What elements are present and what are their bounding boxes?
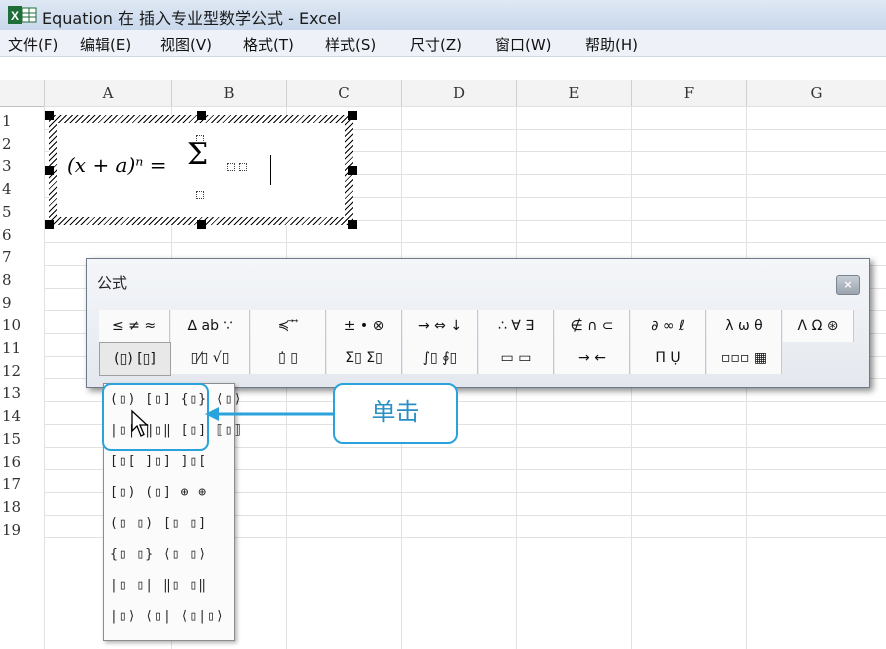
- row-header[interactable]: 13: [0, 382, 46, 404]
- menu-file[interactable]: 文件(F): [8, 34, 58, 55]
- row-gridline: [44, 242, 886, 243]
- text-cursor: [270, 155, 271, 185]
- menu-style[interactable]: 样式(S): [325, 34, 376, 55]
- resize-handle-ne[interactable]: [348, 111, 357, 120]
- close-icon[interactable]: ×: [836, 275, 860, 295]
- symbol-palette-button[interactable]: Λ Ω ⊛: [783, 310, 854, 342]
- resize-handle-n[interactable]: [197, 111, 206, 120]
- toolbar-title: 公式: [97, 274, 128, 292]
- template-palette-button[interactable]: ▯⁄▯ √▯: [171, 342, 250, 374]
- column-header-a[interactable]: A: [45, 80, 172, 107]
- row-header[interactable]: 2: [0, 133, 46, 155]
- symbol-palette-button[interactable]: ≤ ≠ ≈: [99, 310, 170, 342]
- resize-handle-se[interactable]: [348, 220, 357, 229]
- row-header[interactable]: 10: [0, 314, 46, 336]
- callout-arrow: [205, 407, 333, 421]
- template-palette-button[interactable]: ▯̇ ▯: [251, 342, 326, 374]
- row-header[interactable]: 4: [0, 178, 46, 200]
- select-all-corner[interactable]: [0, 80, 45, 107]
- symbol-palette-button[interactable]: ∉ ∩ ⊂: [555, 310, 630, 342]
- template-palette-button[interactable]: Σ▯ Σ▯: [327, 342, 402, 374]
- equation-editor-area[interactable]: (x + a)ⁿ = Σ: [57, 123, 345, 217]
- fence-template-item[interactable]: {▯ ▯} ⟨▯ ▯⟩: [110, 543, 207, 567]
- resize-handle-nw[interactable]: [45, 111, 54, 120]
- row-header[interactable]: 16: [0, 451, 46, 473]
- column-header-c[interactable]: C: [287, 80, 402, 107]
- svg-text:X: X: [11, 9, 19, 23]
- row-gridline: [44, 106, 886, 107]
- row-header[interactable]: 18: [0, 496, 46, 518]
- menu-bar: 文件(F) 编辑(E) 视图(V) 格式(T) 样式(S) 尺寸(Z) 窗口(W…: [0, 30, 886, 57]
- column-header-f[interactable]: F: [632, 80, 747, 107]
- row-header[interactable]: 12: [0, 360, 46, 382]
- row-header[interactable]: 11: [0, 337, 46, 359]
- symbol-palette-button[interactable]: → ⇔ ↓: [403, 310, 478, 342]
- row-header[interactable]: 15: [0, 428, 46, 450]
- symbol-palette-button[interactable]: λ ω θ: [707, 310, 782, 342]
- resize-handle-s[interactable]: [197, 220, 206, 229]
- symbol-palette-button[interactable]: ∆ ab ∵: [171, 310, 250, 342]
- template-palette-button[interactable]: ▫▫▫ ▦: [707, 342, 782, 374]
- sum-lower-placeholder[interactable]: [196, 191, 204, 199]
- row-header[interactable]: 9: [0, 292, 46, 314]
- sum-body-placeholder[interactable]: [227, 163, 235, 171]
- row-header[interactable]: 17: [0, 473, 46, 495]
- menu-window[interactable]: 窗口(W): [495, 34, 552, 55]
- row-header[interactable]: 14: [0, 405, 46, 427]
- equation-toolbar: 公式 × ≤ ≠ ≈ ∆ ab ∵ ≼ ⃗ ⃗ ± • ⊗ → ⇔ ↓ ∴ ∀ ∃ ∉ ∩ …: [86, 258, 870, 388]
- fence-template-item[interactable]: (▯ ▯) [▯ ▯]: [110, 512, 207, 536]
- row-header[interactable]: 1: [0, 110, 46, 132]
- column-header-e[interactable]: E: [517, 80, 632, 107]
- row-header[interactable]: 19: [0, 519, 46, 541]
- fence-templates-button[interactable]: (▯) [▯]: [99, 342, 171, 376]
- menu-format[interactable]: 格式(T): [243, 34, 294, 55]
- resize-handle-sw[interactable]: [45, 220, 54, 229]
- sum-body-placeholder[interactable]: [239, 163, 247, 171]
- menu-edit[interactable]: 编辑(E): [80, 34, 131, 55]
- template-palette-button[interactable]: Π̄ Ụ: [631, 342, 706, 374]
- symbol-palette-button[interactable]: ∴ ∀ ∃: [479, 310, 554, 342]
- menu-size[interactable]: 尺寸(Z): [410, 34, 462, 55]
- callout-label: 单击: [333, 383, 458, 444]
- equation-object[interactable]: (x + a)ⁿ = Σ: [45, 111, 357, 229]
- menu-view[interactable]: 视图(V): [160, 34, 212, 55]
- template-palette-button[interactable]: ▭ ▭: [479, 342, 554, 374]
- template-palette-button[interactable]: ∫▯ ∮▯: [403, 342, 478, 374]
- symbol-palette-button[interactable]: ≼ ⃗ ⃗: [251, 310, 326, 342]
- row-header[interactable]: 3: [0, 155, 46, 177]
- resize-handle-w[interactable]: [45, 166, 54, 175]
- symbol-palette-button[interactable]: ± • ⊗: [327, 310, 402, 342]
- fence-template-item[interactable]: [▯[ ]▯] ]▯[: [110, 450, 207, 474]
- row-header[interactable]: 6: [0, 224, 46, 246]
- row-header[interactable]: 8: [0, 269, 46, 291]
- excel-icon: X: [8, 6, 37, 24]
- window-title: Equation 在 插入专业型数学公式 - Excel: [42, 9, 342, 28]
- fence-template-item[interactable]: |▯ ▯| ‖▯ ▯‖: [110, 574, 207, 598]
- highlight-box: [102, 383, 209, 451]
- equation-lhs: (x + a)ⁿ =: [67, 153, 167, 177]
- resize-handle-e[interactable]: [348, 166, 357, 175]
- title-bar: X Equation 在 插入专业型数学公式 - Excel: [0, 0, 886, 31]
- menu-help[interactable]: 帮助(H): [585, 34, 638, 55]
- toolbar-templates-row: (▯) [▯] ▯⁄▯ √▯ ▯̇ ▯ Σ▯ Σ▯ ∫▯ ∮▯ ▭ ▭ → ← Π̄ Ụ ▫▫▫…: [99, 342, 859, 376]
- column-header-b[interactable]: B: [172, 80, 287, 107]
- row-header[interactable]: 5: [0, 201, 46, 223]
- toolbar-symbols-row: ≤ ≠ ≈ ∆ ab ∵ ≼ ⃗ ⃗ ± • ⊗ → ⇔ ↓ ∴ ∀ ∃ ∉ ∩ ⊂ ∂ ∞ …: [99, 310, 859, 342]
- fence-template-item[interactable]: |▯⟩ ⟨▯| ⟨▯|▯⟩: [110, 605, 225, 629]
- row-header[interactable]: 7: [0, 246, 46, 268]
- column-header-d[interactable]: D: [402, 80, 517, 107]
- symbol-palette-button[interactable]: ∂ ∞ ℓ: [631, 310, 706, 342]
- sum-upper-placeholder[interactable]: [196, 135, 204, 143]
- mouse-pointer-icon: [131, 409, 149, 437]
- column-header-g[interactable]: G: [747, 80, 886, 107]
- fence-template-item[interactable]: [▯) (▯] ⊕ ⊕: [110, 481, 207, 505]
- template-palette-button[interactable]: → ←: [555, 342, 630, 374]
